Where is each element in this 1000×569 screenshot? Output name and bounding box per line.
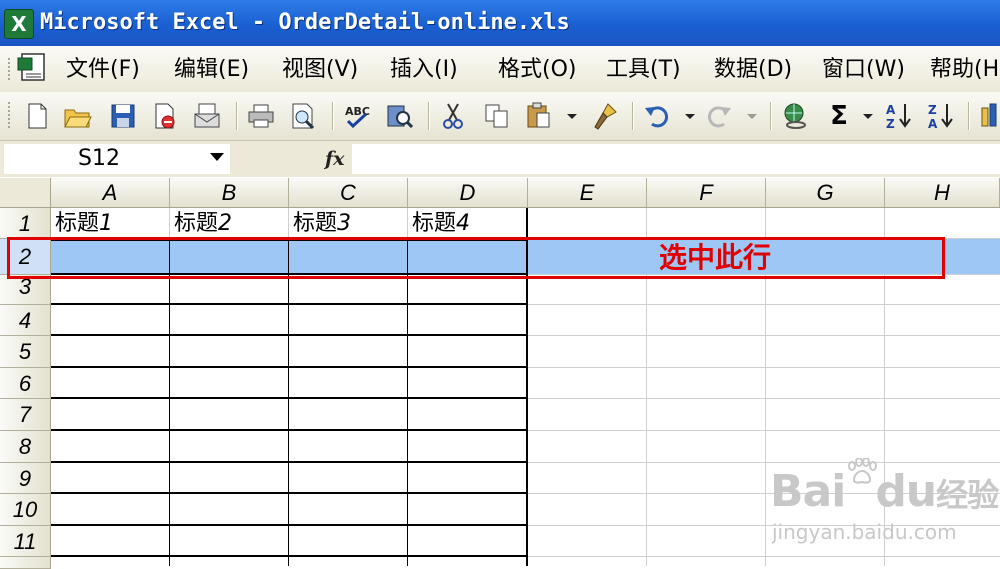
email-icon[interactable] [192, 100, 222, 132]
redo-dropdown-button[interactable] [744, 100, 758, 132]
name-box-value: S12 [78, 146, 120, 171]
new-icon[interactable] [22, 100, 52, 132]
format-painter-icon[interactable] [590, 100, 620, 132]
open-icon[interactable] [62, 100, 92, 132]
research-icon[interactable] [384, 100, 414, 132]
toolbar-separator [632, 102, 633, 130]
toolbar-separator [770, 102, 771, 130]
undo-dropdown-button[interactable] [682, 100, 696, 132]
paste-icon[interactable] [524, 100, 554, 132]
svg-text:ABC: ABC [345, 105, 370, 118]
menu-insert[interactable]: 插入(I) [390, 56, 458, 84]
menu-grip-handle[interactable] [8, 58, 10, 82]
autosum-dropdown-button[interactable] [860, 100, 874, 132]
watermark-logo: Bai du经验 [770, 466, 999, 517]
redo-icon[interactable] [704, 100, 734, 132]
sort-ascending-icon[interactable]: AZ [884, 100, 914, 132]
annotation-highlight-box [7, 237, 945, 279]
menu-edit[interactable]: 编辑(E) [174, 56, 249, 84]
window-title: Microsoft Excel - OrderDetail-online.xls [40, 10, 570, 35]
spelling-icon[interactable]: ABC [342, 100, 372, 132]
svg-text:A: A [886, 103, 896, 117]
print-preview-icon[interactable] [288, 100, 318, 132]
menu-view[interactable]: 视图(V) [282, 56, 358, 84]
paste-dropdown-button[interactable] [564, 100, 578, 132]
toolbar-separator [968, 102, 969, 130]
excel-icon[interactable] [4, 9, 34, 39]
svg-text:A: A [928, 117, 938, 131]
menu-format[interactable]: 格式(O) [498, 56, 576, 84]
insert-function-button[interactable]: fx [325, 144, 345, 174]
menu-help[interactable]: 帮助(H) [930, 56, 1000, 84]
copy-icon[interactable] [482, 100, 512, 132]
name-box-dropdown-icon[interactable] [210, 153, 224, 161]
watermark-url: jingyan.baidu.com [772, 520, 957, 544]
permission-icon[interactable] [150, 100, 180, 132]
undo-icon[interactable] [642, 100, 672, 132]
toolbar-grip-handle[interactable] [8, 102, 10, 130]
menu-window[interactable]: 窗口(W) [822, 56, 905, 84]
save-icon[interactable] [108, 100, 138, 132]
menu-tools[interactable]: 工具(T) [606, 56, 681, 84]
svg-text:Z: Z [928, 103, 937, 117]
toolbar-separator [428, 102, 429, 130]
sort-descending-icon[interactable]: ZA [926, 100, 956, 132]
print-icon[interactable] [246, 100, 276, 132]
hyperlink-icon[interactable] [780, 100, 810, 132]
autosum-icon[interactable]: Σ [824, 100, 854, 132]
chart-wizard-icon[interactable] [978, 100, 998, 132]
cut-icon[interactable] [438, 100, 468, 132]
formula-input[interactable] [352, 144, 1000, 174]
menu-file[interactable]: 文件(F) [66, 56, 140, 84]
workbook-icon[interactable] [14, 52, 48, 84]
menu-data[interactable]: 数据(D) [714, 56, 792, 84]
toolbar-separator [236, 102, 237, 130]
toolbar-separator [332, 102, 333, 130]
svg-text:Z: Z [886, 117, 895, 131]
annotation-label: 选中此行 [659, 241, 772, 274]
